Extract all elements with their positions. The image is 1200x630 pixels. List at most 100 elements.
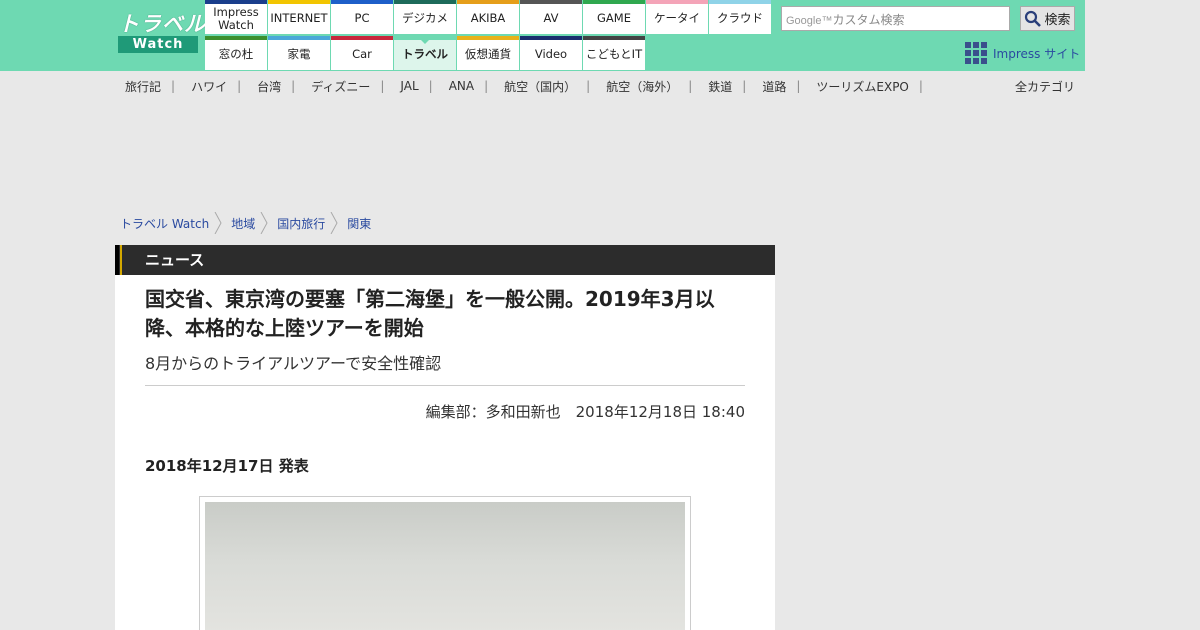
search-button[interactable]: 検索	[1020, 6, 1075, 31]
category-link[interactable]: 道路	[762, 78, 786, 95]
search-input[interactable]: Google™カスタム検索	[781, 6, 1010, 31]
category-link[interactable]: ハワイ	[191, 78, 227, 95]
category-link[interactable]: JAL	[400, 79, 418, 93]
nav-keitai[interactable]: ケータイ	[646, 0, 708, 34]
announce-date: 2018年12月17日 発表	[145, 457, 309, 475]
nav-color-bar	[457, 36, 519, 40]
nav-label: ケータイ	[654, 11, 700, 25]
category-link[interactable]: 台湾	[257, 78, 281, 95]
nav-color-bar	[394, 0, 456, 4]
article-title: 国交省、東京湾の要塞「第二海堡」を一般公開。2019年3月以降、本格的な上陸ツア…	[145, 287, 715, 340]
nav-label: トラベル	[402, 47, 448, 61]
nav-impress-watch[interactable]: Impress Watch	[205, 0, 267, 34]
nav-label: Impress Watch	[213, 4, 259, 32]
photo-image	[205, 502, 685, 630]
separator: |	[237, 79, 242, 93]
nav-color-bar	[268, 36, 330, 40]
nav-color-bar	[331, 36, 393, 40]
nav-label: GAME	[597, 11, 631, 25]
nav-dejikame[interactable]: デジカメ	[394, 0, 456, 34]
nav-label: Car	[352, 47, 372, 61]
impress-sites-link[interactable]: Impress サイト	[965, 42, 1080, 64]
google-brand: Google™	[786, 15, 833, 27]
separator: |	[380, 79, 385, 93]
logo-subtext: Watch	[118, 36, 198, 53]
separator: |	[796, 79, 801, 93]
separator: |	[291, 79, 296, 93]
nav-color-bar	[268, 0, 330, 4]
all-categories-link[interactable]: 全カテゴリ	[1015, 78, 1075, 95]
nav-color-bar	[709, 0, 771, 4]
nav-internet[interactable]: INTERNET	[268, 0, 330, 34]
category-link[interactable]: 鉄道	[708, 78, 732, 95]
nav-color-bar	[646, 0, 708, 4]
logo-text: トラベル	[118, 12, 206, 36]
grid-icon	[965, 42, 987, 64]
nav-color-bar	[394, 36, 456, 40]
nav-pc[interactable]: PC	[331, 0, 393, 34]
breadcrumb-link[interactable]: 国内旅行	[277, 215, 325, 232]
nav-label: AV	[543, 11, 559, 25]
article-byline: 編集部：多和田新也 2018年12月18日 18:40	[425, 403, 745, 421]
separator: |	[688, 79, 693, 93]
nav-color-bar	[583, 36, 645, 40]
article: ニュース 国交省、東京湾の要塞「第二海堡」を一般公開。2019年3月以降、本格的…	[115, 245, 775, 630]
separator: |	[171, 79, 176, 93]
article-photo[interactable]	[199, 496, 691, 630]
nav-label: AKIBA	[470, 11, 506, 25]
search-placeholder: カスタム検索	[832, 13, 905, 27]
site-logo[interactable]: トラベル Watch	[118, 12, 206, 56]
nav-kasou-tsuka[interactable]: 仮想通貨	[457, 36, 519, 70]
nav-label: こどもとIT	[585, 47, 643, 61]
separator: |	[918, 79, 923, 93]
separator: |	[428, 79, 433, 93]
nav-cloud[interactable]: クラウド	[709, 0, 771, 34]
category-link[interactable]: ANA	[449, 79, 474, 93]
nav-label: INTERNET	[270, 11, 328, 25]
impress-sites-label: Impress サイト	[993, 46, 1081, 61]
article-subtitle: 8月からのトライアルツアーで安全性確認	[145, 354, 442, 373]
nav-color-bar	[205, 36, 267, 40]
site-network-nav: Impress Watch INTERNET PC デジカメ AKIBA AV …	[205, 0, 771, 71]
nav-color-bar	[520, 0, 582, 4]
nav-label: 仮想通貨	[465, 47, 511, 61]
divider	[145, 385, 745, 386]
chevron-right-icon	[260, 212, 268, 234]
nav-car[interactable]: Car	[331, 36, 393, 70]
nav-color-bar	[457, 0, 519, 4]
nav-label: デジカメ	[402, 11, 448, 25]
nav-madonomori[interactable]: 窓の杜	[205, 36, 267, 70]
nav-kaden[interactable]: 家電	[268, 36, 330, 70]
site-header: トラベル Watch Impress Watch INTERNET PC デジカ…	[0, 0, 1200, 71]
separator: |	[484, 79, 489, 93]
nav-video[interactable]: Video	[520, 36, 582, 70]
category-link[interactable]: 航空（国内）	[504, 78, 576, 95]
breadcrumb-link[interactable]: 地域	[231, 215, 255, 232]
nav-kodomo-it[interactable]: こどもとIT	[583, 36, 645, 70]
category-link[interactable]: ディズニー	[311, 78, 370, 95]
nav-label: Video	[534, 47, 568, 61]
category-link[interactable]: 旅行記	[125, 78, 161, 95]
nav-label: クラウド	[717, 11, 763, 25]
nav-color-bar	[331, 0, 393, 4]
search-button-label: 検索	[1044, 13, 1071, 28]
category-link[interactable]: ツーリズムEXPO	[816, 78, 909, 95]
chevron-right-icon	[214, 212, 222, 234]
nav-game[interactable]: GAME	[583, 0, 645, 34]
chevron-right-icon	[330, 212, 338, 234]
nav-av[interactable]: AV	[520, 0, 582, 34]
nav-akiba[interactable]: AKIBA	[457, 0, 519, 34]
category-link[interactable]: 航空（海外）	[606, 78, 678, 95]
breadcrumb-link[interactable]: 関東	[347, 215, 371, 232]
separator: |	[742, 79, 747, 93]
nav-label: 窓の杜	[218, 47, 254, 61]
nav-travel[interactable]: トラベル	[394, 36, 456, 70]
separator: |	[586, 79, 591, 93]
nav-color-bar	[205, 0, 267, 4]
category-nav: 旅行記 | ハワイ | 台湾 | ディズニー | JAL | ANA | 航空（国内） | 航空（海外） | 鉄…	[125, 78, 939, 94]
search-icon	[1025, 10, 1042, 27]
breadcrumb: トラベル Watch 地域 国内旅行 関東	[120, 212, 371, 234]
nav-color-bar	[520, 36, 582, 40]
nav-label: 家電	[287, 47, 311, 61]
breadcrumb-link[interactable]: トラベル Watch	[120, 215, 209, 232]
